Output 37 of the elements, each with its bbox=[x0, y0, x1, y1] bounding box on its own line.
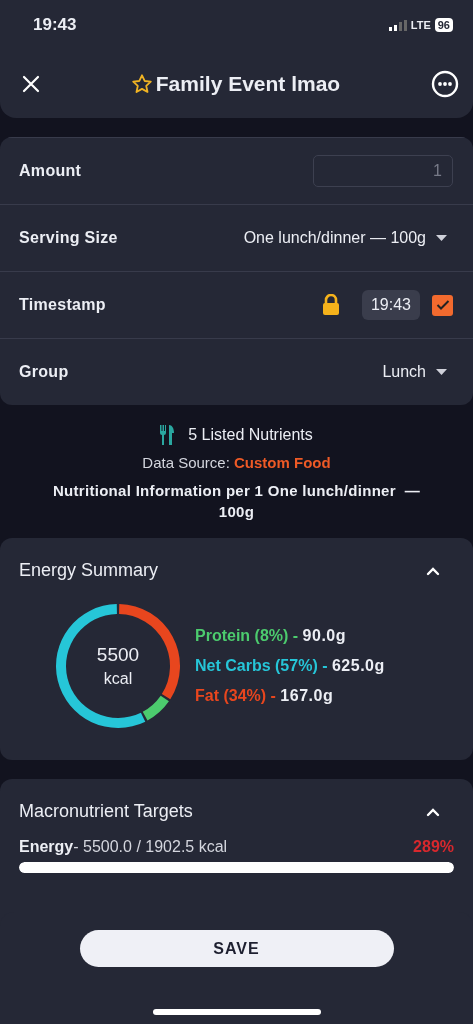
fork-knife-icon bbox=[160, 425, 175, 445]
star-icon[interactable] bbox=[130, 73, 153, 95]
field-label: Amount bbox=[19, 162, 83, 180]
checkbox[interactable] bbox=[432, 294, 453, 316]
time-field[interactable]: 19:43 bbox=[361, 290, 420, 320]
macro-legend-item: Protein (8%) - 90.0g bbox=[195, 627, 347, 645]
field-label: Group bbox=[19, 363, 70, 381]
clock-time: 19:43 bbox=[33, 15, 78, 35]
food-title: Family Event lmao bbox=[155, 72, 341, 96]
battery-level: 96 bbox=[434, 18, 453, 32]
amount-field[interactable]: 1 bbox=[313, 155, 453, 187]
macro-legend-item: Net Carbs (57%) - 625.0g bbox=[195, 657, 385, 675]
target-label: Energy- 5500.0 / 1902.5 kcal bbox=[19, 838, 228, 856]
section-title: Energy Summary bbox=[19, 560, 159, 581]
dropdown[interactable]: Lunch bbox=[382, 363, 453, 381]
section-title: Macronutrient Targets bbox=[19, 801, 193, 822]
chevron-up-icon[interactable] bbox=[426, 806, 440, 817]
close-button[interactable] bbox=[22, 75, 40, 93]
data-source-text: Data Source: Custom Food bbox=[142, 454, 331, 471]
field-label: Serving Size bbox=[19, 229, 119, 247]
caret-icon bbox=[436, 235, 447, 241]
calorie-unit: kcal bbox=[103, 670, 133, 688]
signal-icon bbox=[388, 19, 407, 31]
target-percent: 289% bbox=[413, 838, 454, 856]
nutrient-count: 5 Listed Nutrients bbox=[188, 426, 313, 444]
lock-icon[interactable] bbox=[321, 294, 340, 316]
macro-legend-item: Fat (34%) - 167.0g bbox=[195, 687, 335, 705]
field-label: Timestamp bbox=[19, 296, 107, 314]
nutrition-basis-text: Nutritional Information per 1 One lunch/dinner — 100g bbox=[51, 481, 422, 522]
dropdown[interactable]: One lunch/dinner — 100g bbox=[243, 229, 453, 247]
chevron-up-icon[interactable] bbox=[426, 565, 440, 576]
more-button[interactable] bbox=[431, 70, 459, 98]
save-button[interactable]: SAVE bbox=[79, 930, 394, 967]
calorie-total: 5500 bbox=[96, 644, 140, 666]
network-type: LTE bbox=[410, 19, 431, 31]
caret-icon bbox=[436, 369, 447, 375]
check-icon bbox=[435, 299, 450, 311]
